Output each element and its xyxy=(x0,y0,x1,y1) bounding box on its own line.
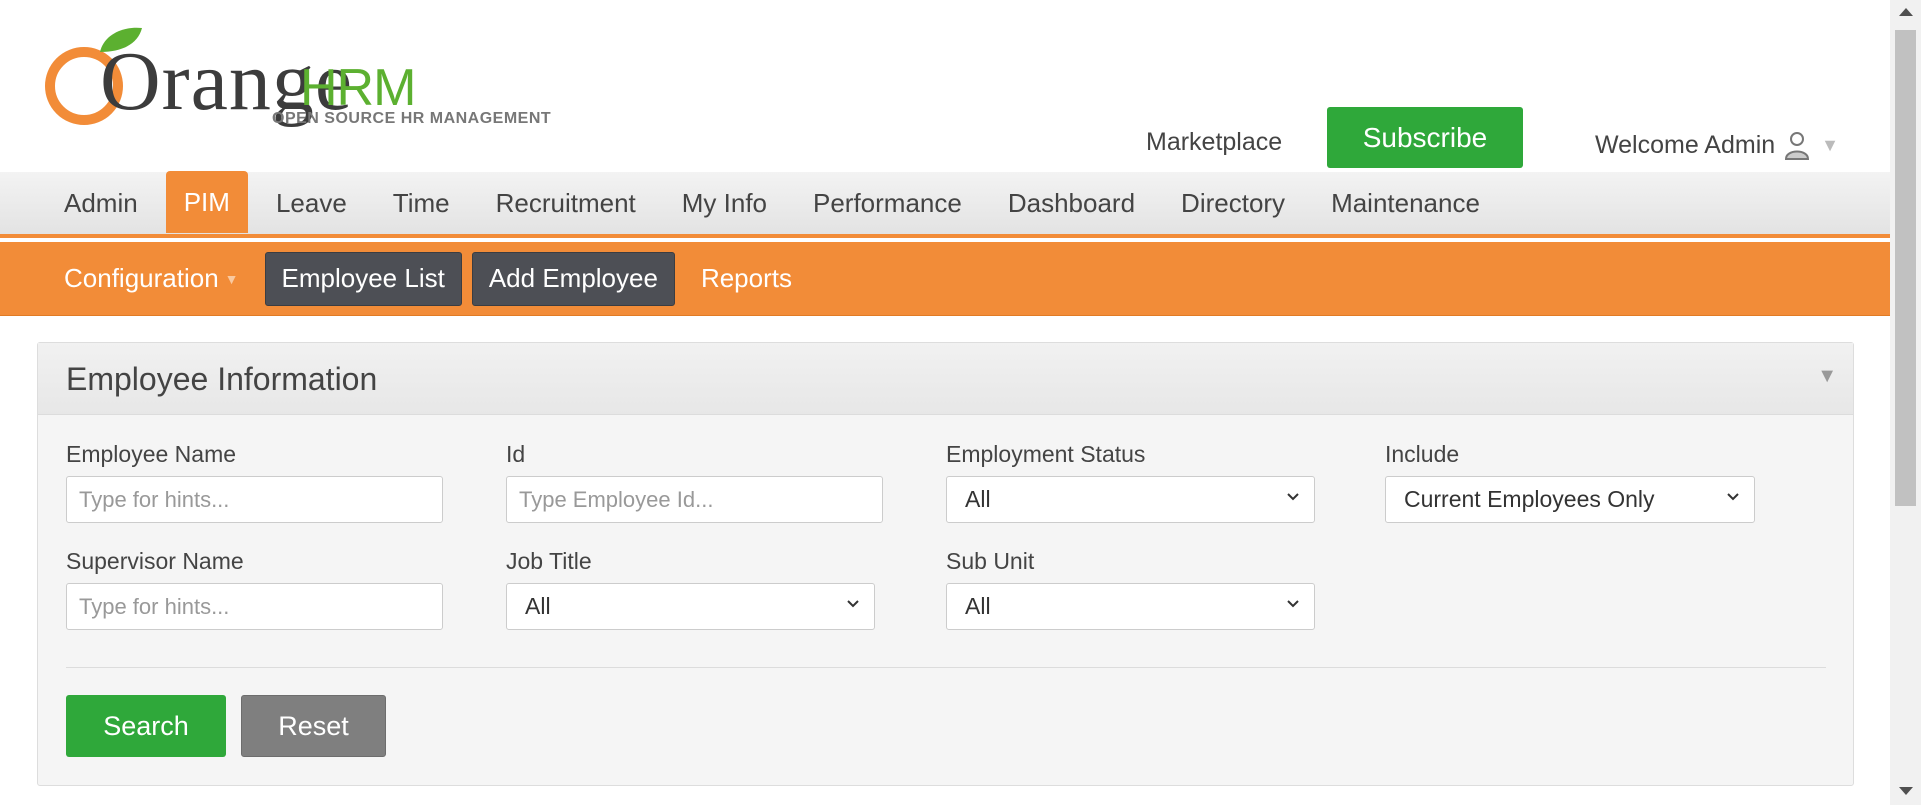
nav-pim[interactable]: PIM xyxy=(165,171,248,233)
supervisor-name-label: Supervisor Name xyxy=(66,548,244,574)
search-button[interactable]: Search xyxy=(66,695,226,757)
panel-header: Employee Information ▼ xyxy=(38,343,1853,415)
include-value: Current Employees Only xyxy=(1404,486,1655,512)
nav-maintenance[interactable]: Maintenance xyxy=(1313,172,1498,234)
chevron-down-icon xyxy=(1727,493,1739,501)
logo-text-hrm: HRM xyxy=(300,59,416,117)
panel-title: Employee Information xyxy=(66,361,378,397)
employment-status-value: All xyxy=(965,486,991,512)
subnav-employee-list[interactable]: Employee List xyxy=(264,251,462,306)
collapse-toggle-icon[interactable]: ▼ xyxy=(1817,365,1837,388)
nav-performance[interactable]: Performance xyxy=(795,172,980,234)
orangehrm-logo[interactable]: Orange HRM OPEN SOURCE HR MANAGEMENT xyxy=(42,22,572,132)
employee-name-label: Employee Name xyxy=(66,441,237,467)
employee-name-input[interactable] xyxy=(66,476,443,523)
reset-button[interactable]: Reset xyxy=(241,695,386,757)
nav-recruitment[interactable]: Recruitment xyxy=(478,172,654,234)
employee-info-panel: Employee Information ▼ Employee Name Id … xyxy=(37,342,1854,786)
include-select[interactable]: Current Employees Only xyxy=(1385,476,1755,523)
subnav-reports[interactable]: Reports xyxy=(685,253,808,304)
sub-unit-value: All xyxy=(965,593,991,619)
employment-status-select[interactable]: All xyxy=(946,476,1315,523)
form-divider xyxy=(66,667,1826,668)
job-title-label: Job Title xyxy=(506,548,592,574)
job-title-value: All xyxy=(525,593,551,619)
sub-unit-label: Sub Unit xyxy=(946,548,1035,574)
subnav-add-employee[interactable]: Add Employee xyxy=(471,251,675,306)
logo-tagline: OPEN SOURCE HR MANAGEMENT xyxy=(272,110,552,127)
scroll-up-arrow-icon[interactable] xyxy=(1899,8,1913,16)
chevron-down-icon xyxy=(847,600,859,608)
nav-leave[interactable]: Leave xyxy=(258,172,365,234)
welcome-menu[interactable]: Welcome Admin ▼ xyxy=(1595,130,1839,160)
include-label: Include xyxy=(1385,441,1460,467)
supervisor-name-input[interactable] xyxy=(66,583,443,630)
nav-time[interactable]: Time xyxy=(375,172,468,234)
caret-down-icon: ▼ xyxy=(1821,134,1839,155)
employee-id-input[interactable] xyxy=(506,476,883,523)
id-label: Id xyxy=(506,441,526,467)
vertical-scrollbar[interactable] xyxy=(1890,0,1921,805)
user-icon xyxy=(1783,130,1811,160)
sub-nav: Configuration ▼ Employee List Add Employ… xyxy=(0,242,1890,316)
welcome-label: Welcome Admin xyxy=(1595,130,1776,159)
chevron-down-icon xyxy=(1287,493,1299,501)
scrollbar-thumb[interactable] xyxy=(1895,30,1916,506)
employment-status-label: Employment Status xyxy=(946,441,1146,467)
marketplace-link[interactable]: Marketplace xyxy=(1146,128,1282,157)
header: Orange HRM OPEN SOURCE HR MANAGEMENT Mar… xyxy=(0,0,1890,172)
configuration-label: Configuration xyxy=(64,263,219,293)
subscribe-button[interactable]: Subscribe xyxy=(1327,107,1523,168)
caret-down-icon: ▼ xyxy=(224,270,239,287)
main-nav: Admin PIM Leave Time Recruitment My Info… xyxy=(0,171,1890,238)
nav-my-info[interactable]: My Info xyxy=(664,172,785,234)
chevron-down-icon xyxy=(1287,600,1299,608)
subnav-configuration[interactable]: Configuration ▼ xyxy=(48,253,255,304)
job-title-select[interactable]: All xyxy=(506,583,875,630)
nav-directory[interactable]: Directory xyxy=(1163,172,1303,234)
sub-unit-select[interactable]: All xyxy=(946,583,1315,630)
scroll-down-arrow-icon[interactable] xyxy=(1899,787,1913,795)
nav-dashboard[interactable]: Dashboard xyxy=(990,172,1153,234)
nav-admin[interactable]: Admin xyxy=(46,172,156,234)
